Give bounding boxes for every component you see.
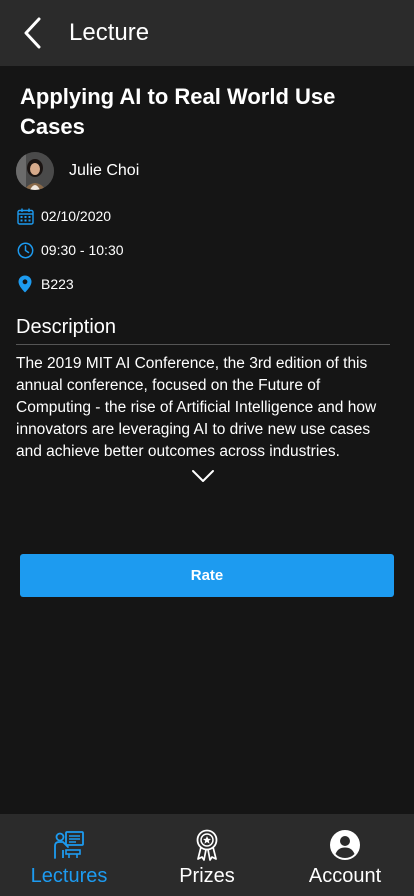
nav-label-lectures: Lectures [30,865,108,887]
lecture-details: Applying AI to Real World Use Cases Juli… [16,82,390,483]
calendar-icon [16,207,34,225]
chevron-down-icon [192,470,214,482]
account-circle-icon [330,829,360,861]
date-row: 02/10/2020 [16,206,390,226]
speaker-name: Julie Choi [69,162,140,179]
description-heading: Description [16,316,390,345]
clock-icon [16,241,34,259]
nav-item-account[interactable]: Account [276,814,414,896]
lecture-meta: 02/10/2020 09:30 - 10:30 B223 [16,206,390,294]
lecture-screen: Lecture Applying AI to Real World Use Ca… [0,0,414,896]
speaker-row[interactable]: Julie Choi [16,152,390,190]
nav-label-account: Account [308,865,382,887]
nav-label-prizes: Prizes [179,865,235,887]
nav-item-lectures[interactable]: Lectures [0,814,138,896]
page-title: Lecture [69,19,150,46]
back-button[interactable] [0,0,64,66]
nav-item-prizes[interactable]: Prizes [138,814,276,896]
rate-button[interactable]: Rate [20,554,394,597]
expand-description-button[interactable] [16,469,390,483]
chevron-left-icon [24,17,41,49]
description-text: The 2019 MIT AI Conference, the 3rd edit… [16,355,377,460]
lecture-presenter-icon [53,829,85,861]
time-row: 09:30 - 10:30 [16,240,390,260]
award-medal-icon [194,829,220,861]
location-pin-icon [16,275,34,293]
lecture-time: 09:30 - 10:30 [41,242,124,258]
lecture-title: Applying AI to Real World Use Cases [20,84,336,139]
app-header: Lecture [0,0,414,66]
avatar [16,152,54,190]
lecture-room: B223 [41,276,74,292]
lecture-date: 02/10/2020 [41,208,112,224]
room-row: B223 [16,274,390,294]
bottom-nav: Lectures Prizes Account [0,814,414,896]
